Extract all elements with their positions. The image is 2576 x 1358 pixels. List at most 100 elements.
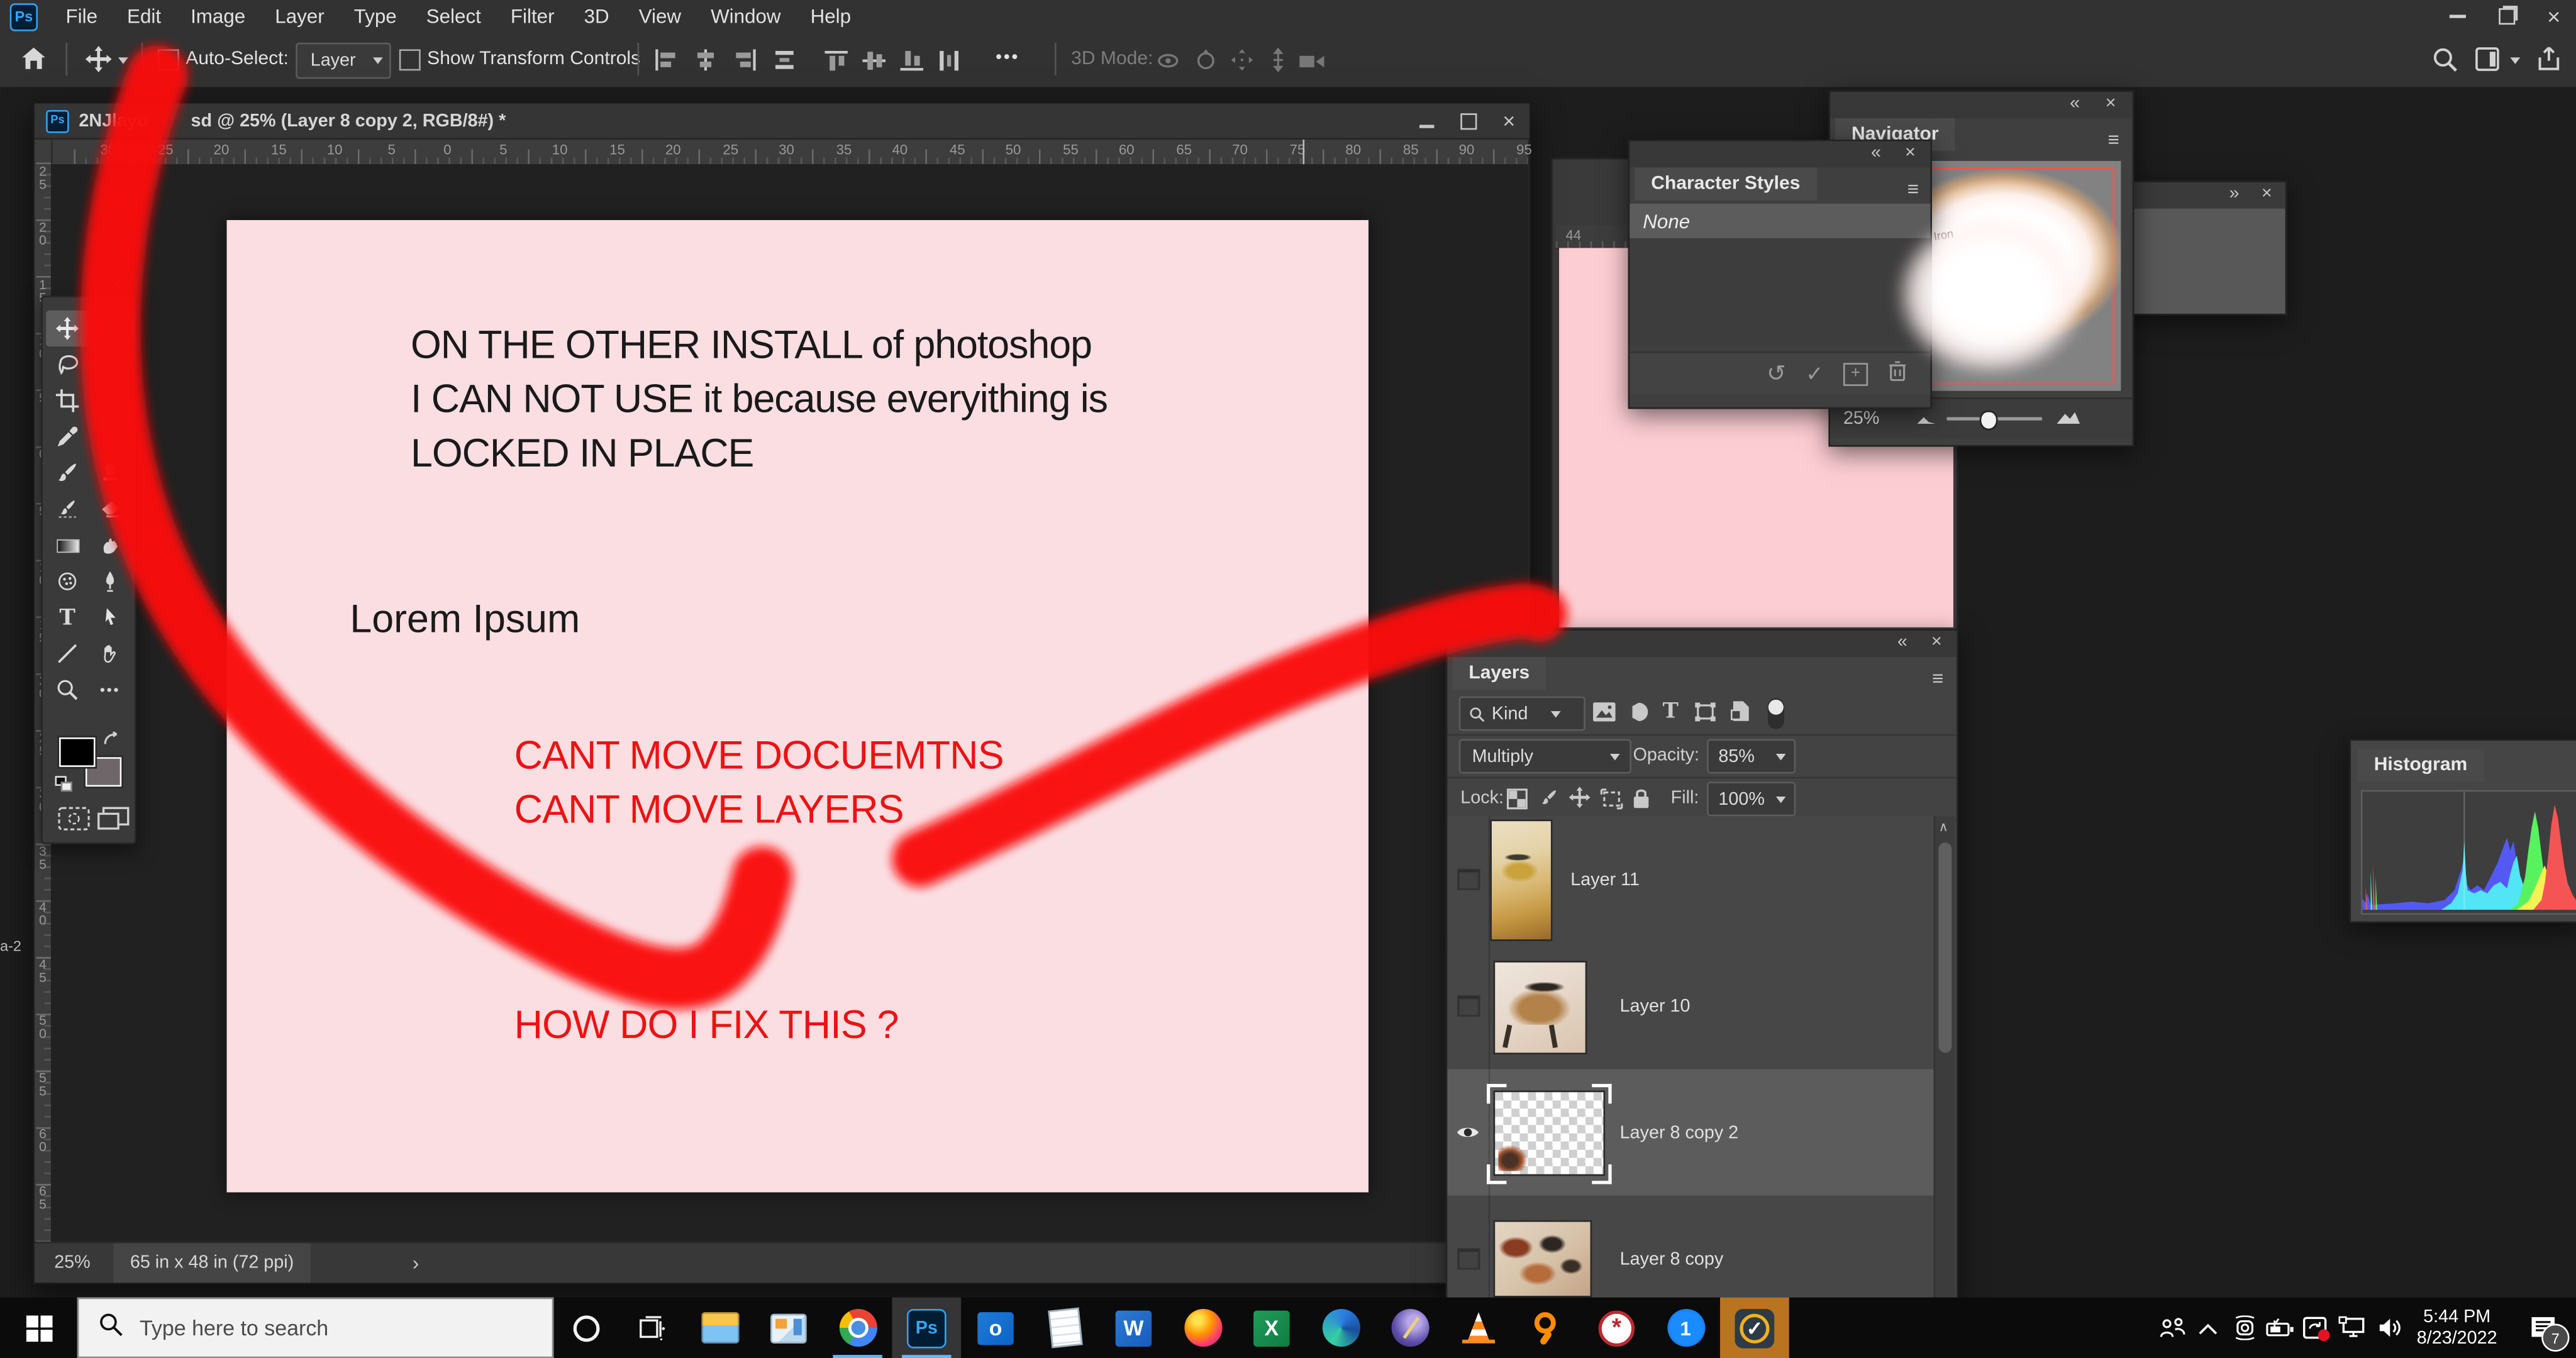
layer-name[interactable]: Layer 8 copy [1620,1250,1724,1269]
foreground-color-swatch[interactable] [57,736,97,769]
layer-row-11[interactable]: Layer 11 [1447,816,1934,945]
workspace-chevron-icon[interactable] [2510,57,2521,64]
task-view-button[interactable] [619,1298,685,1358]
taskbar-excel[interactable]: X [1237,1298,1306,1358]
layer-row-8-copy[interactable]: Layer 8 copy [1447,1195,1934,1303]
artboard-tool[interactable] [89,311,131,346]
navigator-zoom-slider[interactable] [1946,411,2043,431]
menu-type[interactable]: Type [339,5,411,28]
panel-menu-icon[interactable]: ≡ [1932,667,1943,690]
tray-clock[interactable]: 5:44 PM 8/23/2022 [2417,1306,2497,1349]
taskbar-word[interactable]: W [1099,1298,1169,1358]
zoom-slider-thumb[interactable] [1979,411,1998,431]
menu-help[interactable]: Help [796,5,866,28]
lock-position-icon[interactable] [1568,787,1591,816]
visibility-cell[interactable] [1447,942,1491,1069]
close-panel-icon[interactable]: × [1905,143,1916,162]
align-left-edges-icon[interactable] [654,49,679,79]
move-tool[interactable] [46,310,89,347]
filter-kind-dropdown[interactable]: Kind [1458,696,1585,731]
tray-chevron-up-icon[interactable] [2190,1298,2226,1358]
lock-transparent-icon[interactable] [1506,788,1528,818]
taskbar-photoshop[interactable]: Ps [892,1297,962,1358]
distribute-v-icon[interactable] [938,49,962,80]
auto-select-checkbox[interactable] [157,49,179,71]
document-title-bar[interactable]: Ps 2NJlayo sd @ 25% (Layer 8 copy 2, RGB/… [34,103,1530,140]
layers-scrollbar[interactable]: ∧ [1933,816,1955,1303]
home-icon[interactable] [19,46,47,80]
tray-battery-icon[interactable] [2262,1298,2298,1358]
close-panel-icon[interactable]: × [1931,632,1942,652]
filter-image-icon[interactable] [1592,701,1616,731]
visibility-checkbox-empty[interactable] [1457,868,1480,890]
taskbar-outlook[interactable]: o [961,1298,1030,1358]
taskbar-notepad[interactable] [1030,1298,1099,1358]
align-v-centers-icon[interactable] [862,49,886,80]
menu-select[interactable]: Select [411,5,496,28]
crop-tool[interactable] [46,383,89,419]
doc-minimize-button[interactable] [1406,106,1447,135]
visibility-cell[interactable] [1447,1069,1491,1196]
filter-shape-icon[interactable] [1694,701,1717,731]
tray-people-icon[interactable] [2154,1298,2190,1358]
filter-toggle-switch[interactable] [1766,697,1785,739]
cortana-button[interactable] [553,1298,619,1358]
status-options-chevron[interactable]: › [413,1252,419,1275]
layer-name[interactable]: Layer 10 [1620,997,1690,1017]
align-h-centers-icon[interactable] [693,49,718,79]
taskbar-design-app[interactable] [1375,1298,1444,1358]
workspace-switcher-icon[interactable] [2474,46,2502,82]
panel-menu-icon[interactable]: ≡ [1907,177,1919,201]
expand-panel-icon[interactable]: » [2229,184,2239,204]
brush-tool[interactable] [46,455,89,491]
layer-thumbnail[interactable] [1493,1220,1592,1298]
pattern-stamp-tool[interactable] [46,563,89,599]
menu-3d[interactable]: 3D [569,5,624,28]
line-tool[interactable] [46,636,89,671]
lock-pixels-icon[interactable] [1538,787,1559,818]
histogram-tab[interactable]: Histogram [2357,749,2484,782]
app-close-button[interactable]: × [2531,0,2576,31]
filter-type-icon[interactable]: T [1663,700,1679,724]
collapse-panel-icon[interactable]: « [1897,632,1907,652]
lock-all-icon[interactable] [1631,787,1651,818]
menu-image[interactable]: Image [176,5,260,28]
taskbar-search-everything[interactable] [1513,1298,1582,1358]
quick-mask-icon[interactable] [57,807,90,839]
zoom-tool[interactable] [46,671,89,707]
horizontal-ruler[interactable]: 30 25 20 15 10 5 0 5 10 15 20 25 30 35 4… [50,140,1532,166]
move-tool-icon[interactable] [85,46,112,80]
menu-edit[interactable]: Edit [113,5,176,28]
eye-icon[interactable] [1455,1120,1480,1150]
tray-speaker-icon[interactable] [2371,1298,2407,1358]
taskbar-file-explorer[interactable] [685,1298,754,1358]
scrollbar-thumb[interactable] [1938,842,1952,1053]
layer-thumbnail[interactable] [1493,961,1587,1055]
blend-mode-dropdown[interactable]: Multiply [1458,739,1631,774]
scroll-up-icon[interactable]: ∧ [1938,820,1948,835]
commit-icon[interactable]: ✓ [1806,360,1823,387]
taskbar-screen-app[interactable] [754,1298,823,1358]
default-colors-icon[interactable] [54,772,74,802]
tray-sync-icon[interactable] [2299,1298,2334,1358]
menu-window[interactable]: Window [696,5,796,28]
align-bottom-edges-icon[interactable] [900,49,924,80]
taskbar-chrome[interactable] [823,1298,892,1358]
collapse-panel-icon[interactable]: « [1871,143,1881,162]
visibility-cell[interactable] [1447,1195,1491,1303]
tray-camera-icon[interactable] [2226,1298,2262,1358]
lasso-tool[interactable] [46,346,89,382]
status-zoom-field[interactable]: 25% [54,1253,91,1272]
doc-maximize-button[interactable] [1447,112,1488,130]
app-minimize-button[interactable] [2434,0,2480,31]
menu-view[interactable]: View [624,5,696,28]
delete-style-icon[interactable] [1887,359,1907,389]
layer-thumbnail[interactable] [1490,819,1553,941]
swap-colors-icon[interactable] [102,727,121,757]
gradient-tool[interactable] [46,527,89,563]
style-item-none[interactable]: None [1629,203,1931,238]
screen-mode-icon[interactable] [97,807,130,839]
taskbar-edge[interactable] [1306,1298,1375,1358]
opacity-dropdown[interactable]: 85% [1707,739,1796,774]
visibility-cell[interactable] [1447,816,1491,943]
